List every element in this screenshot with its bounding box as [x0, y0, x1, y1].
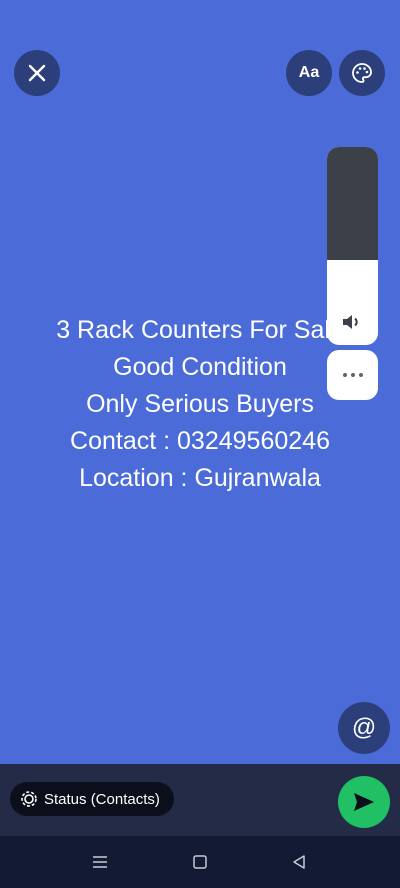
- volume-track: [327, 147, 378, 260]
- audience-chip[interactable]: Status (Contacts): [10, 782, 174, 816]
- mention-button[interactable]: @: [338, 702, 390, 754]
- menu-icon: [93, 856, 107, 868]
- home-icon: [193, 855, 207, 869]
- audience-label: Status (Contacts): [44, 790, 160, 808]
- status-line: Location : Gujranwala: [79, 464, 321, 492]
- status-line: Contact : 03249560246: [70, 427, 330, 455]
- palette-icon: [352, 63, 372, 83]
- more-horizontal-icon: [342, 373, 363, 377]
- close-icon: [28, 64, 46, 82]
- system-navbar: [0, 836, 400, 888]
- color-palette-button[interactable]: [339, 50, 385, 96]
- speaker-icon: [343, 315, 358, 329]
- back-icon: [293, 855, 305, 869]
- mention-label: @: [351, 714, 377, 741]
- text-style-button[interactable]: Aa: [286, 50, 332, 96]
- status-icon: [21, 791, 37, 807]
- close-button[interactable]: [14, 50, 60, 96]
- back-button[interactable]: [287, 850, 311, 874]
- recent-apps-button[interactable]: [88, 850, 112, 874]
- more-options-button[interactable]: [327, 350, 378, 400]
- send-button[interactable]: [338, 776, 390, 828]
- text-style-label: Aa: [298, 64, 320, 81]
- send-icon: [354, 793, 374, 811]
- volume-slider[interactable]: [327, 147, 378, 345]
- home-button[interactable]: [188, 850, 212, 874]
